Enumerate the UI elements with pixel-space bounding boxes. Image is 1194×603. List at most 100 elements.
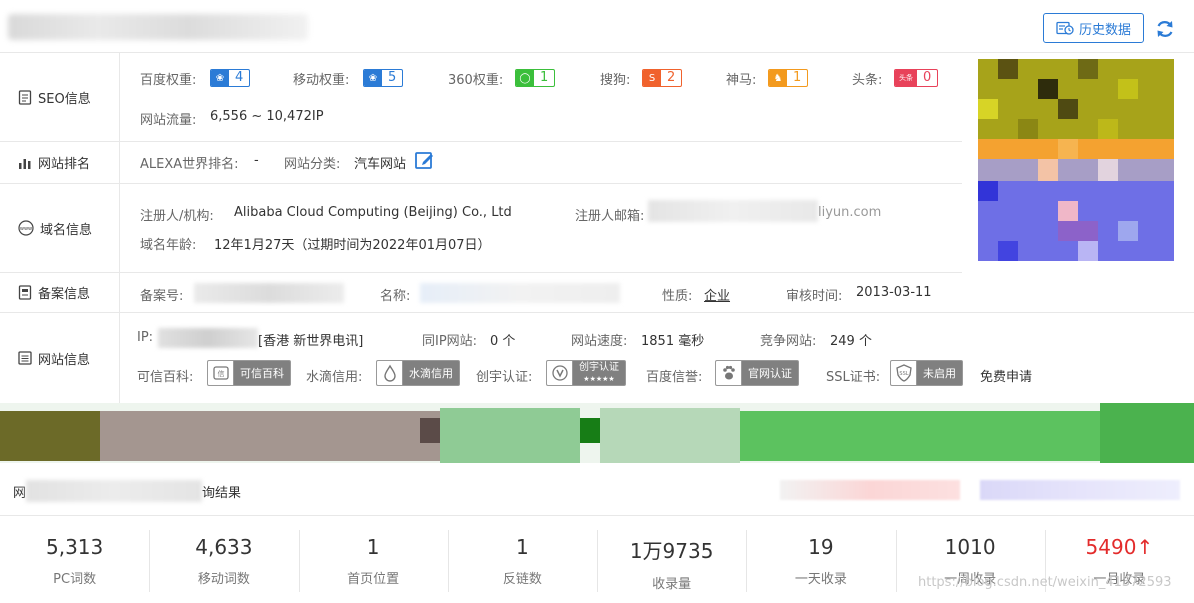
ssl-badge[interactable]: SSL 未启用 [890,360,963,386]
stat-label: 收录量 [652,577,692,592]
stat-value: 5,313 [45,535,104,559]
edit-icon[interactable] [414,149,436,171]
shenma-icon: ♞ [769,70,787,86]
audit-time-value: 2013-03-11 [856,285,932,300]
360-weight-label: 360权重: [448,73,504,88]
stat-label: PC词数 [53,572,97,587]
shuidi-badge-label: 水滴信用 [409,367,453,380]
registrant-label: 注册人/机构: [140,209,214,224]
arrow-up-icon: ↑ [1136,535,1154,559]
360-weight-badge[interactable]: ◯ 1 [515,69,556,87]
chuangyu-badge-text: 创宇认证 [579,361,619,373]
stat-label: 首页位置 [347,572,400,587]
shenma-badge[interactable]: ♞ 1 [768,69,809,87]
chuangyu-badge-label: 创宇认证 ★★★★★ [573,362,625,385]
stat-value: 19 [808,535,834,559]
nav-label: 网站排名 [38,157,91,172]
refresh-icon[interactable] [1154,18,1176,40]
stat-homepage-position[interactable]: 1 首页位置 [298,516,448,603]
baidu-weight-value: 4 [235,70,244,85]
competitor-label: 竞争网站: [760,334,817,349]
stat-label: 移动词数 [197,572,250,587]
toutiao-icon: 头条 [895,70,917,86]
toutiao-badge[interactable]: 头条 0 [894,69,939,87]
traffic-label: 网站流量: [140,113,197,128]
speed-value: 1851 毫秒 [641,334,705,349]
ssl-free-apply-link[interactable]: 免费申请 [980,366,1032,385]
stat-pc-words[interactable]: 5,313 PC词数 [0,516,149,603]
nature-value[interactable]: 企业 [704,285,730,304]
verified-v-icon [547,361,573,385]
nav-site-info[interactable]: 网站信息 [0,313,120,403]
svg-text:SSL: SSL [899,371,908,377]
kexin-badge[interactable]: 信 可信百科 [207,360,291,386]
blurred-tag [780,480,960,500]
chuangyu-label: 创宇认证: [476,370,533,385]
left-nav: SEO信息 网站排名 www 域名信息 备案信息 网站信息 [0,53,120,403]
speed-label: 网站速度: [571,334,628,349]
page-header: 历史数据 [0,0,1194,53]
svg-text:www: www [20,226,32,232]
result-title-suffix: 询结果 [202,486,242,501]
baidu-weight-badge[interactable]: ❀ 4 [210,69,251,87]
stat-indexed[interactable]: 1万9735 收录量 [597,516,746,603]
traffic-value: 6,556 ~ 10,472IP [210,109,324,124]
mobile-weight-badge[interactable]: ❀ 5 [363,69,404,87]
blurred-icp-name [420,283,620,303]
calendar-clock-icon [1056,21,1074,35]
same-ip-label: 同IP网站: [422,334,478,349]
rank-section: ALEXA世界排名: - 网站分类: 汽车网站 [120,142,962,184]
chuangyu-badge[interactable]: 创宇认证 ★★★★★ [546,360,626,386]
domain-age-label: 域名年龄: [140,238,197,253]
star-rating-icon: ★★★★★ [583,374,615,383]
blurred-tag [980,480,1180,500]
email-visible: liyun.com [818,205,882,220]
nav-label: 网站信息 [38,352,91,368]
paw-icon: ❀ [364,70,382,86]
ssl-label: SSL证书: [826,370,881,385]
nature-label: 性质: [662,289,693,304]
water-drop-icon [377,361,403,385]
category-value: 汽车网站 [354,157,407,172]
360-weight-value: 1 [540,70,549,85]
mobile-weight-value: 5 [388,70,397,85]
category-label: 网站分类: [284,157,341,172]
list-icon [18,351,32,365]
stat-label: 一天收录 [794,572,847,587]
history-data-button[interactable]: 历史数据 [1043,13,1144,43]
result-title-prefix: 网 [13,486,27,501]
shuidi-badge[interactable]: 水滴信用 [376,360,460,386]
stat-value: 4,633 [195,535,253,559]
stat-mobile-words[interactable]: 4,633 移动词数 [149,516,298,603]
paw-icon: ❀ [211,70,229,86]
pixel-grid [962,53,1194,273]
domain-age-value: 12年1月27天（过期时间为2022年01月07日） [214,238,491,253]
baidu-credit-badge[interactable]: 官网认证 [715,360,799,386]
blurred-ip [158,328,258,348]
shenma-label: 神马: [726,73,757,88]
email-label: 注册人邮箱: [575,209,645,224]
nav-site-rank[interactable]: 网站排名 [0,142,120,184]
watermark-text: https://blog.csdn.net/weixin_41372593 [918,575,1172,590]
shenma-value: 1 [793,70,802,85]
blurred-banner [0,403,1194,463]
same-ip-value[interactable]: 0 个 [490,330,515,349]
icp-name-label: 名称: [380,289,411,304]
sogou-label: 搜狗: [600,73,631,88]
nav-icp-info[interactable]: 备案信息 [0,273,120,313]
registrant-value: Alibaba Cloud Computing (Beijing) Co., L… [234,205,512,220]
nav-domain-info[interactable]: www 域名信息 [0,184,120,273]
site-screenshot-thumbnail[interactable] [962,53,1194,273]
paw-icon [716,361,742,385]
sogou-badge[interactable]: S 2 [642,69,683,87]
stat-backlinks[interactable]: 1 反链数 [447,516,597,603]
blurred-icp-number [194,283,344,303]
stat-label: 反链数 [502,572,542,587]
ssl-badge-label: 未启用 [923,367,956,380]
site-info-section: IP: [香港 新世界电讯] 同IP网站: 0 个 网站速度: 1851 毫秒 … [120,313,1194,403]
sogou-icon: S [643,70,661,86]
stat-day-indexed[interactable]: 19 一天收录 [746,516,895,603]
sogou-value: 2 [667,70,676,85]
nav-seo-info[interactable]: SEO信息 [0,53,120,142]
competitor-value[interactable]: 249 个 [830,330,872,349]
